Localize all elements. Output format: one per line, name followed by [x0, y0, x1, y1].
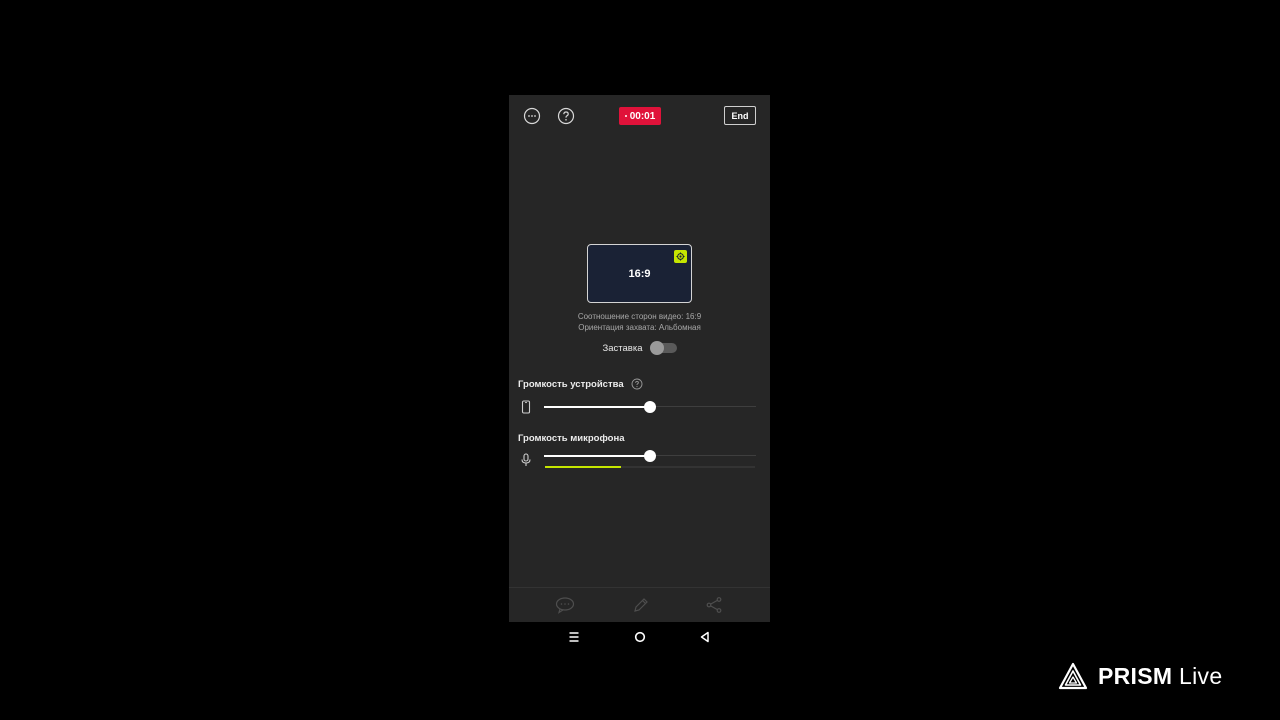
microphone-icon	[521, 453, 531, 466]
phone-device-icon	[521, 400, 531, 414]
help-icon	[557, 107, 575, 125]
nav-home-icon[interactable]	[632, 629, 648, 645]
screen-stage: 00:01 End 16:9 Соотношение сторон видео:…	[0, 0, 1280, 720]
splash-toggle-knob	[649, 341, 664, 355]
share-icon[interactable]	[704, 596, 724, 614]
mic-level-meter	[545, 466, 755, 468]
watermark-suffix: Live	[1179, 662, 1223, 689]
recording-timer-badge: 00:01	[619, 107, 661, 125]
pencil-icon[interactable]	[630, 596, 650, 614]
mic-volume-slider[interactable]	[544, 449, 756, 463]
nav-recents-icon[interactable]	[566, 629, 582, 645]
help-button[interactable]	[557, 107, 575, 125]
phone-screen: 00:01 End 16:9 Соотношение сторон видео:…	[509, 95, 770, 622]
watermark-brand: PRISM	[1098, 662, 1173, 689]
splash-row: Заставка	[509, 341, 770, 355]
preview-settings-button[interactable]	[674, 250, 687, 263]
end-broadcast-button[interactable]: End	[724, 106, 756, 125]
nav-back-icon[interactable]	[697, 629, 713, 645]
aspect-ratio-label: 16:9	[628, 267, 651, 280]
bottom-toolbar	[509, 587, 770, 622]
device-volume-help-icon[interactable]	[631, 378, 643, 390]
prism-live-watermark: PRISM Live	[1058, 659, 1248, 693]
device-volume-slider[interactable]	[544, 400, 756, 414]
device-volume-label: Громкость устройства	[518, 379, 624, 390]
chat-icon[interactable]	[555, 596, 575, 614]
prism-logo-icon	[1058, 662, 1088, 690]
device-volume-fill	[544, 405, 650, 408]
more-options-button[interactable]	[523, 107, 541, 125]
splash-toggle[interactable]	[649, 341, 677, 355]
recording-dot-icon	[624, 115, 627, 117]
aspect-ratio-preview[interactable]: 16:9	[587, 244, 692, 303]
splash-label: Заставка	[602, 342, 643, 354]
video-aspect-info: Соотношение сторон видео: 16:9	[577, 312, 702, 321]
gear-icon	[676, 252, 685, 261]
recording-time: 00:01	[629, 110, 656, 122]
mic-level-fill	[545, 466, 621, 468]
mic-volume-thumb[interactable]	[644, 450, 656, 462]
device-volume-thumb[interactable]	[644, 401, 656, 413]
capture-orientation-info: Ориентация захвата: Альбомная	[578, 323, 701, 332]
watermark-text: PRISM Live	[1098, 663, 1222, 690]
mic-volume-fill	[544, 454, 650, 457]
more-dots-icon	[523, 107, 541, 125]
mic-volume-label: Громкость микрофона	[518, 433, 625, 444]
